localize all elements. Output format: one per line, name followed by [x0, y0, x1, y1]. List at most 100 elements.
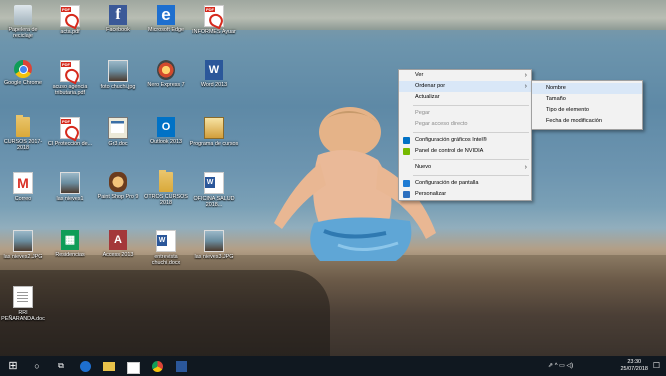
- access-icon: A: [109, 230, 127, 250]
- desktop-icon-label: OFICINA SALUD 2018...: [193, 196, 235, 209]
- context-menu-item[interactable]: Panel de control de NVIDIA: [399, 146, 531, 157]
- start-button[interactable]: ⊞: [6, 359, 20, 373]
- context-menu-item[interactable]: Personalizar: [399, 189, 531, 200]
- sort-by-submenu: Nombre Tamaño Tipo de elemento Fecha de mod…: [531, 80, 643, 130]
- desktop-icon-label: Microsoft Edge: [148, 27, 184, 33]
- menu-separator: [413, 105, 529, 106]
- word-taskbar-icon[interactable]: [174, 359, 188, 373]
- nero-icon: [157, 60, 175, 80]
- desktop-icon-label: las nieves1: [56, 196, 84, 202]
- desktop-icon-label: acuso agencia tributaria.pdf: [52, 84, 88, 97]
- facebook-icon: f: [109, 5, 127, 25]
- notification-center-icon[interactable]: ☐: [653, 356, 660, 376]
- desktop-icon[interactable]: W Word 2013: [189, 60, 239, 88]
- context-menu-item-label: Panel de control de NVIDIA: [415, 148, 484, 154]
- desktop-icon[interactable]: CI Protección de...: [45, 117, 95, 147]
- pdf-icon: [60, 5, 80, 27]
- chrome-icon: [14, 60, 32, 78]
- search-button[interactable]: ○: [30, 359, 44, 373]
- clock-time: 23:30: [627, 359, 642, 365]
- chrome-taskbar-icon[interactable]: [150, 359, 164, 373]
- screenshot-icon: [108, 117, 128, 139]
- desktop-icon[interactable]: Paint Shop Pro 9: [93, 172, 143, 200]
- display-icon: [403, 180, 410, 187]
- desktop-icon[interactable]: acuso agencia tributaria.pdf: [45, 60, 95, 96]
- chevron-right-icon: ›: [524, 72, 527, 79]
- context-menu-item[interactable]: Configuración gráficos Intel®: [399, 135, 531, 146]
- desktop-icon[interactable]: INFORMES Ayuar: [189, 5, 239, 35]
- desktop-icon-label: INFORMES Ayuar: [192, 29, 236, 35]
- sort-option[interactable]: Tamaño: [532, 94, 642, 105]
- word-doc-icon: [204, 172, 224, 194]
- desktop-icon[interactable]: OFICINA SALUD 2018...: [189, 172, 239, 208]
- sort-option[interactable]: Tipo de elemento: [532, 105, 642, 116]
- desktop-icon-label: Facebook: [106, 27, 130, 33]
- desktop-icon[interactable]: A Access 2013: [93, 230, 143, 258]
- desktop-icon-label: CI Protección de...: [47, 141, 93, 147]
- context-menu-item[interactable]: Actualizar: [399, 92, 531, 103]
- desktop-icon[interactable]: f Facebook: [93, 5, 143, 33]
- desktop-icon-label: Correo: [14, 196, 32, 202]
- store-taskbar-icon[interactable]: [126, 359, 140, 374]
- context-menu-item: Pegar acceso directo: [399, 119, 531, 130]
- desktop-icon[interactable]: e Microsoft Edge: [141, 5, 191, 33]
- intel-icon: [403, 137, 410, 144]
- sort-option[interactable]: Nombre: [532, 83, 642, 94]
- folder-icon: [16, 115, 30, 137]
- context-menu-item: Pegar: [399, 108, 531, 119]
- desktop-icon-label: acta.pdf: [60, 29, 80, 35]
- desktop-icon[interactable]: Papelera de reciclaje: [0, 5, 48, 39]
- pdf-icon: [204, 5, 224, 27]
- context-menu-item[interactable]: Ver ›: [399, 70, 531, 81]
- desktop-icon[interactable]: O Outlook 2013: [141, 117, 191, 145]
- desktop-icon-label: foto chuchi.jpg: [100, 84, 136, 90]
- file-explorer-taskbar-icon[interactable]: [102, 359, 116, 373]
- desktop-icon[interactable]: RRI PEÑARANDA.doc: [0, 286, 48, 322]
- pdf-icon: [60, 60, 80, 82]
- system-tray-icons[interactable]: ⇗ ^ ▭ ◁): [548, 356, 573, 376]
- context-menu-item-label: Nuevo: [415, 164, 432, 170]
- desktop-icon-label: Paint Shop Pro 9: [97, 194, 139, 200]
- context-menu-item[interactable]: Nuevo ›: [399, 162, 531, 173]
- desktop-icon-label: las nieves2.JPG: [3, 254, 43, 260]
- sort-option[interactable]: Fecha de modificación: [532, 116, 642, 127]
- access-doc-icon: [60, 117, 80, 139]
- personalize-icon: [403, 191, 410, 198]
- desktop-icon[interactable]: Gr3.doc: [93, 117, 143, 147]
- installer-icon: [204, 117, 224, 139]
- context-menu-item-label: Ver: [415, 72, 424, 78]
- word-doc-icon: [156, 230, 176, 252]
- photo-icon: [13, 230, 33, 252]
- context-menu-item-label: Configuración gráficos Intel®: [415, 137, 487, 143]
- desktop-icon[interactable]: CURSOS 2017-2018: [0, 115, 48, 151]
- desktop-icon-label: Outlook 2013: [149, 139, 183, 145]
- task-view-button[interactable]: ⧉: [54, 359, 68, 373]
- desktop-icon[interactable]: acta.pdf: [45, 5, 95, 35]
- desktop-icon[interactable]: M Correo: [0, 172, 48, 202]
- desktop-icon[interactable]: las nieves1: [45, 172, 95, 202]
- desktop-icon[interactable]: las nieves2.JPG: [0, 230, 48, 260]
- context-menu-item-label: Personalizar: [415, 191, 447, 197]
- context-menu-item[interactable]: Ordenar por ›: [399, 81, 531, 92]
- recycle-bin-icon: [14, 5, 32, 25]
- desktop-icon[interactable]: las nieves3.JPG: [189, 230, 239, 260]
- clock-date: 25/07/2018: [620, 366, 648, 372]
- desktop-icon[interactable]: ▦ Residencias: [45, 230, 95, 258]
- wallpaper-shadow: [0, 270, 330, 356]
- desktop-icon-label: OTROS CURSOS 2018: [144, 194, 188, 207]
- edge-taskbar-icon[interactable]: [78, 359, 92, 373]
- word-icon: W: [205, 60, 223, 80]
- desktop-context-menu: Ver › Ordenar por › Actualizar Pegar Pegar acc…: [398, 69, 532, 201]
- context-menu-item-label: Pegar: [415, 110, 430, 116]
- desktop-icon[interactable]: OTROS CURSOS 2018: [141, 170, 191, 207]
- desktop-icon[interactable]: Google Chrome: [0, 60, 48, 86]
- context-menu-item-label: Pegar acceso directo: [415, 121, 468, 127]
- photo-icon: [204, 230, 224, 252]
- desktop-icon[interactable]: foto chuchi.jpg: [93, 60, 143, 90]
- desktop-icon[interactable]: Nero Express 7: [141, 60, 191, 88]
- desktop-icon[interactable]: entrevista chuchi.docx: [141, 230, 191, 266]
- taskbar-clock[interactable]: 23:30 25/07/2018: [620, 359, 648, 373]
- context-menu-item[interactable]: Configuración de pantalla: [399, 178, 531, 189]
- desktop-icon[interactable]: Programa de cursos: [189, 117, 239, 147]
- desktop-icon-label: Access 2013: [102, 252, 134, 258]
